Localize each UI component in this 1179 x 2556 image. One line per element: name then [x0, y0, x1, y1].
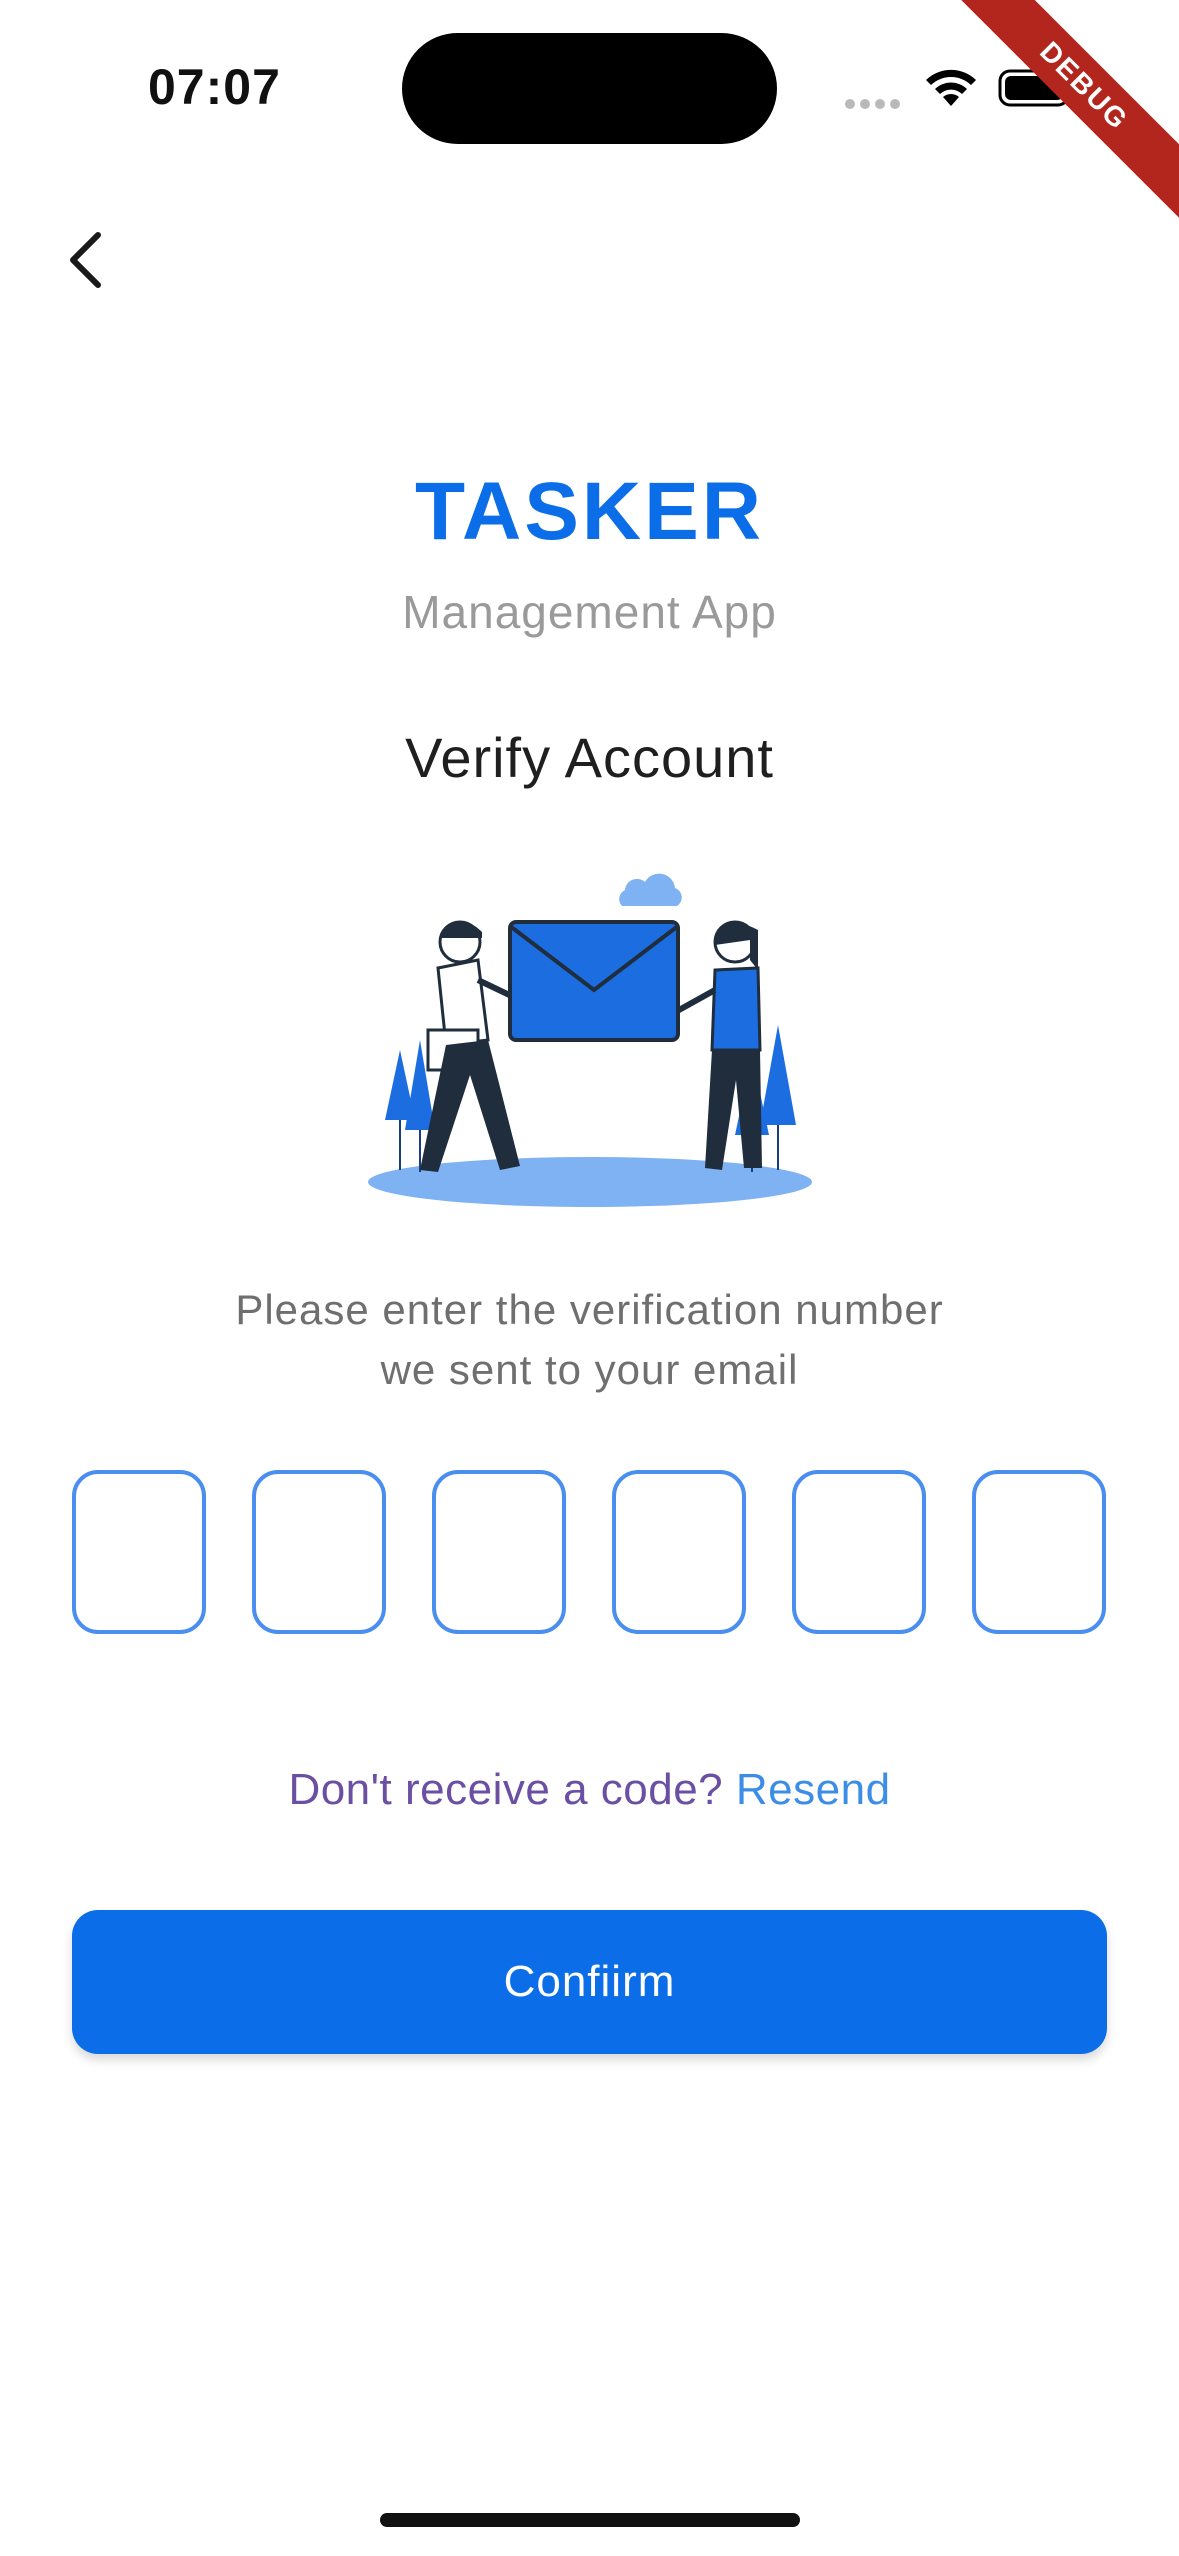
page-title: Verify Account: [405, 726, 774, 789]
confirm-button[interactable]: Confiirm: [72, 1910, 1107, 2054]
instruction-line-1: Please enter the verification number: [235, 1286, 944, 1333]
code-digit-4[interactable]: [612, 1470, 746, 1634]
status-time: 07:07: [148, 59, 281, 115]
code-digit-6[interactable]: [972, 1470, 1106, 1634]
app-title: TASKER: [414, 466, 765, 557]
home-indicator: [380, 2513, 800, 2527]
back-arrow-icon[interactable]: [55, 225, 125, 295]
cellular-signal-icon: [845, 96, 905, 109]
resend-link[interactable]: Resend: [736, 1765, 891, 1814]
code-digit-5[interactable]: [792, 1470, 926, 1634]
resend-prompt: Don't receive a code?: [288, 1765, 736, 1814]
instruction-line-2: we sent to your email: [380, 1346, 799, 1393]
dynamic-island: [402, 33, 777, 144]
code-digit-1[interactable]: [72, 1470, 206, 1634]
instruction-text: Please enter the verification number we …: [0, 1280, 1179, 1400]
verification-illustration: [368, 873, 812, 1207]
wifi-icon: [926, 69, 976, 106]
verification-code-inputs: [72, 1470, 1107, 1635]
code-digit-2[interactable]: [252, 1470, 386, 1634]
resend-row: Don't receive a code? Resend: [0, 1765, 1179, 1815]
code-digit-3[interactable]: [432, 1470, 566, 1634]
app-subtitle: Management App: [402, 586, 777, 638]
